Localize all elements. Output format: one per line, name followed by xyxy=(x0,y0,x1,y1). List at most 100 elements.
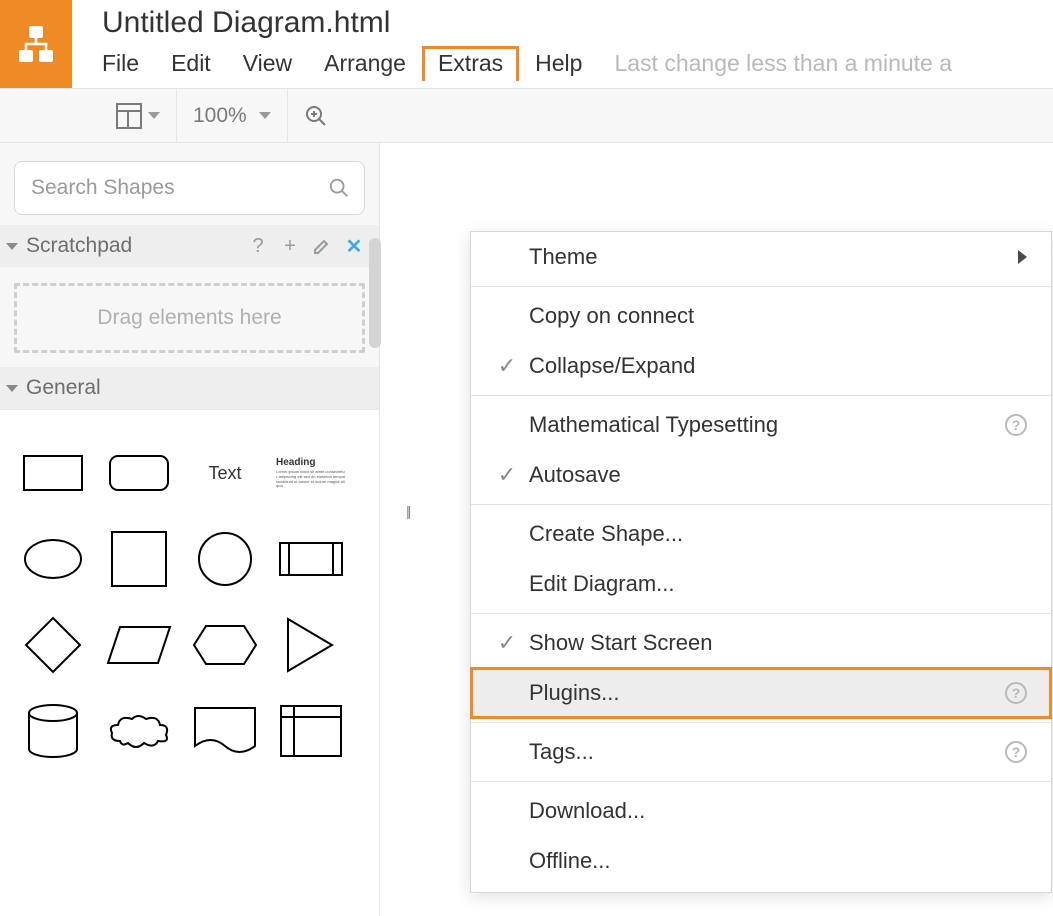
shape-ellipse[interactable] xyxy=(10,516,96,602)
scratchpad-title: Scratchpad xyxy=(26,234,132,258)
document-title[interactable]: Untitled Diagram.html xyxy=(102,6,1053,40)
shape-diamond[interactable] xyxy=(10,602,96,688)
menu-item-autosave[interactable]: ✓ Autosave xyxy=(471,450,1051,500)
menu-file[interactable]: File xyxy=(102,46,155,81)
menu-item-label: Create Shape... xyxy=(523,521,1027,547)
app-logo[interactable] xyxy=(0,0,72,88)
menu-item-download[interactable]: Download... xyxy=(471,786,1051,836)
menu-separator xyxy=(471,722,1051,723)
splitter-handle[interactable]: || xyxy=(406,503,409,519)
general-title: General xyxy=(26,376,101,400)
toolbar: 100% xyxy=(0,88,1053,143)
header: Untitled Diagram.html File Edit View Arr… xyxy=(0,0,1053,88)
menu-item-label: Edit Diagram... xyxy=(523,571,1027,597)
menu-item-label: Copy on connect xyxy=(523,303,1027,329)
add-icon[interactable]: + xyxy=(279,235,301,257)
toolbar-zoom[interactable]: 100% xyxy=(177,89,287,142)
toolbar-layout-button[interactable] xyxy=(100,89,176,142)
shape-palette: Text Heading Lorem ipsum dolor sit amet … xyxy=(0,409,379,916)
shape-circle[interactable] xyxy=(182,516,268,602)
menu-item-create-shape[interactable]: Create Shape... xyxy=(471,509,1051,559)
check-icon: ✓ xyxy=(491,353,523,379)
shape-cloud[interactable] xyxy=(96,688,182,774)
check-icon: ✓ xyxy=(491,462,523,488)
shape-text-label: Text xyxy=(208,463,241,484)
menu-separator xyxy=(471,504,1051,505)
scrollbar-thumb[interactable] xyxy=(369,238,381,348)
shape-heading[interactable]: Heading Lorem ipsum dolor sit amet conse… xyxy=(268,430,354,516)
shape-square[interactable] xyxy=(96,516,182,602)
drawio-logo-icon xyxy=(14,22,58,66)
collapse-icon xyxy=(6,243,18,250)
menu-item-collapse-expand[interactable]: ✓ Collapse/Expand xyxy=(471,341,1051,391)
menu-item-plugins[interactable]: Plugins... ? xyxy=(471,668,1051,718)
menu-item-label: Tags... xyxy=(523,739,987,765)
help-icon[interactable]: ? xyxy=(247,235,269,257)
toolbar-zoom-in[interactable] xyxy=(288,89,344,142)
menu-item-label: Download... xyxy=(523,798,1027,824)
shape-process[interactable] xyxy=(268,516,354,602)
close-icon[interactable]: ✕ xyxy=(343,235,365,257)
menu-arrange[interactable]: Arrange xyxy=(308,46,422,81)
check-icon: ✓ xyxy=(491,630,523,656)
menu-separator xyxy=(471,613,1051,614)
shape-rect-small[interactable] xyxy=(10,430,96,516)
collapse-icon xyxy=(6,385,18,392)
shape-cylinder[interactable] xyxy=(10,688,96,774)
menu-view[interactable]: View xyxy=(227,46,308,81)
scratchpad-dropzone[interactable]: Drag elements here xyxy=(14,283,365,353)
save-status: Last change less than a minute a xyxy=(598,50,952,77)
dropzone-text: Drag elements here xyxy=(97,306,281,330)
help-icon[interactable]: ? xyxy=(1005,682,1027,704)
help-icon[interactable]: ? xyxy=(1005,741,1027,763)
menu-edit[interactable]: Edit xyxy=(155,46,227,81)
menu-extras[interactable]: Extras xyxy=(422,46,519,81)
shape-internal-storage[interactable] xyxy=(268,688,354,774)
extras-dropdown: Theme Copy on connect ✓ Collapse/Expand … xyxy=(470,231,1052,893)
search-wrap xyxy=(0,143,379,225)
search-icon xyxy=(328,177,350,199)
section-scratchpad-header[interactable]: Scratchpad ? + ✕ xyxy=(0,225,379,267)
shape-heading-label: Heading xyxy=(276,457,346,468)
menu-item-label: Mathematical Typesetting xyxy=(523,412,987,438)
submenu-arrow-icon xyxy=(1018,250,1027,264)
shape-parallelogram[interactable] xyxy=(96,602,182,688)
menu-separator xyxy=(471,395,1051,396)
main: Scratchpad ? + ✕ Drag elements here Gene… xyxy=(0,143,1053,916)
shape-document[interactable] xyxy=(182,688,268,774)
edit-icon[interactable] xyxy=(311,235,333,257)
menu-item-label: Plugins... xyxy=(523,680,987,706)
caret-down-icon xyxy=(148,112,160,119)
menu-separator xyxy=(471,286,1051,287)
section-general-header[interactable]: General xyxy=(0,367,379,409)
shape-hexagon[interactable] xyxy=(182,602,268,688)
caret-down-icon xyxy=(259,112,271,119)
menu-item-offline[interactable]: Offline... xyxy=(471,836,1051,886)
title-area: Untitled Diagram.html File Edit View Arr… xyxy=(72,0,1053,88)
shape-text[interactable]: Text xyxy=(182,430,268,516)
shape-rect-rounded[interactable] xyxy=(96,430,182,516)
menu-item-label: Collapse/Expand xyxy=(523,353,1027,379)
shape-heading-body: Lorem ipsum dolor sit amet consectetur a… xyxy=(276,470,346,489)
menu-item-theme[interactable]: Theme xyxy=(471,232,1051,282)
menu-item-tags[interactable]: Tags... ? xyxy=(471,727,1051,777)
layout-icon xyxy=(116,103,142,129)
zoom-value: 100% xyxy=(193,104,253,128)
menu-item-label: Theme xyxy=(523,244,1018,270)
menu-item-copy-on-connect[interactable]: Copy on connect xyxy=(471,291,1051,341)
menu-item-edit-diagram[interactable]: Edit Diagram... xyxy=(471,559,1051,609)
menu-item-label: Show Start Screen xyxy=(523,630,1027,656)
zoom-in-icon xyxy=(304,104,328,128)
menu-item-show-start-screen[interactable]: ✓ Show Start Screen xyxy=(471,618,1051,668)
shape-triangle[interactable] xyxy=(268,602,354,688)
menu-help[interactable]: Help xyxy=(519,46,598,81)
menu-item-label: Offline... xyxy=(523,848,1027,874)
menu-item-math-typesetting[interactable]: Mathematical Typesetting ? xyxy=(471,400,1051,450)
help-icon[interactable]: ? xyxy=(1005,414,1027,436)
menu-item-label: Autosave xyxy=(523,462,1027,488)
search-shapes xyxy=(14,161,365,215)
search-input[interactable] xyxy=(29,175,328,201)
sidebar: Scratchpad ? + ✕ Drag elements here Gene… xyxy=(0,143,380,916)
menu-separator xyxy=(471,781,1051,782)
menubar: File Edit View Arrange Extras Help Last … xyxy=(102,46,1053,81)
